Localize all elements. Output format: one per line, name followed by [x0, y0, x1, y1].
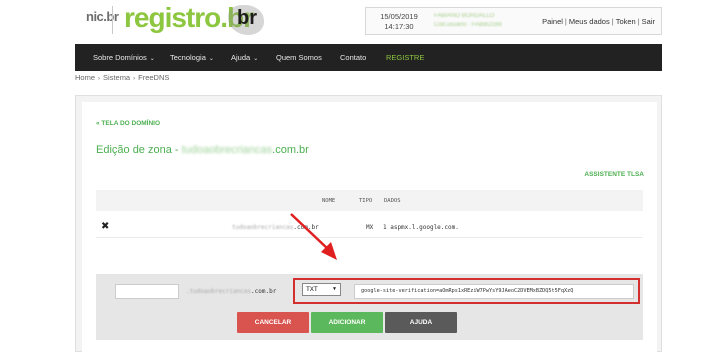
chevron-right-icon: › [133, 76, 136, 82]
record-type-value: TXT [306, 285, 318, 293]
nav-quem-somos[interactable]: Quem Somos [276, 44, 322, 71]
chevron-right-icon: › [98, 76, 101, 82]
red-arrow-icon [290, 213, 337, 260]
breadcrumb: Home › Sistema › FreeDNS [75, 73, 169, 82]
nav-ajuda[interactable]: Ajuda ⌄ [231, 44, 258, 71]
breadcrumb-home[interactable]: Home [75, 73, 95, 82]
record-type-select[interactable]: TXT ▼ [302, 283, 341, 296]
form-domain-suffix-text: .com.br [251, 288, 277, 295]
zone-edit-content: « TELA DO DOMÍNIO Edição de zona - tudoa… [82, 102, 657, 352]
user-name: FABIANO BORDALLO [434, 13, 495, 19]
session-date: 15/05/2019 [380, 12, 418, 21]
add-button[interactable]: ADICIONAR [311, 312, 383, 333]
records-table-header: NOME TIPO DADOS [96, 190, 643, 211]
nav-label: Sobre Domínios [93, 53, 147, 62]
nav-contato[interactable]: Contato [340, 44, 366, 71]
cancel-button[interactable]: CANCELAR [237, 312, 309, 333]
form-domain-suffix: .tudoaobrecriancas.com.br [186, 288, 276, 295]
user-code: Cód.usuário · FABBO168 [434, 22, 502, 28]
user-info-box: 15/05/2019 14:17:30 FABIANO BORDALLO Cód… [365, 7, 662, 35]
column-header-nome: NOME [322, 198, 336, 204]
breadcrumb-sistema[interactable]: Sistema [103, 73, 130, 82]
dropdown-caret-icon: ▼ [332, 286, 336, 292]
sair-link[interactable]: Sair [642, 17, 655, 26]
delete-record-icon[interactable]: ✖ [101, 221, 109, 232]
form-domain-blurred: .tudoaobrecriancas [186, 288, 252, 295]
nav-tecnologia[interactable]: Tecnologia ⌄ [170, 44, 214, 71]
session-datetime: 15/05/2019 14:17:30 [374, 12, 424, 32]
column-header-tipo: TIPO [359, 198, 373, 204]
tlsa-assistant-link[interactable]: ASSISTENTE TLSA [584, 171, 644, 178]
chevron-down-icon: ⌄ [149, 56, 155, 62]
meus-dados-link[interactable]: Meus dados [569, 17, 610, 26]
chevron-down-icon: ⌄ [208, 56, 214, 62]
nic-br-logo[interactable]: nic.br [86, 9, 119, 24]
record-name-input[interactable] [115, 284, 179, 299]
zone-title-prefix: Edição de zona - [96, 144, 182, 156]
nav-label: REGISTRE [386, 53, 425, 62]
zone-domain-suffix: .com.br [272, 144, 309, 156]
nav-label: Tecnologia [170, 53, 206, 62]
nav-sobre-dominios[interactable]: Sobre Domínios ⌄ [93, 44, 155, 71]
token-link[interactable]: Token [616, 17, 636, 26]
zone-edit-panel: « TELA DO DOMÍNIO Edição de zona - tudoa… [75, 95, 662, 352]
record-data-input[interactable]: google-site-verification=aOmRps1xREziW7P… [354, 284, 634, 299]
page-title: Edição de zona - tudoaobrecriancas.com.b… [96, 144, 309, 156]
logo-divider [112, 6, 113, 34]
br-logo-text: br [237, 7, 257, 29]
record-data: 1 aspmx.l.google.com. [383, 224, 459, 231]
nav-label: Quem Somos [276, 53, 322, 62]
br-map-logo: br [228, 5, 264, 35]
chevron-down-icon: ⌄ [253, 56, 259, 62]
nav-label: Ajuda [231, 53, 251, 62]
breadcrumb-freedns: FreeDNS [138, 73, 170, 82]
painel-link[interactable]: Painel [542, 17, 563, 26]
help-button[interactable]: AJUDA [385, 312, 457, 333]
session-time: 14:17:30 [384, 22, 414, 31]
add-record-form: .tudoaobrecriancas.com.br TXT ▼ google-si… [96, 274, 643, 340]
zone-domain-name: tudoaobrecriancas [181, 144, 273, 156]
table-row: ✖ tudoaobrecriancas.com.br MX 1 aspmx.l.… [96, 216, 643, 238]
nav-label: Contato [340, 53, 367, 62]
column-header-dados: DADOS [384, 198, 401, 204]
main-nav: Sobre Domínios ⌄ Tecnologia ⌄ Ajuda ⌄ Quem … [75, 44, 662, 71]
back-to-domain-link[interactable]: « TELA DO DOMÍNIO [96, 120, 160, 127]
user-links: Painel | Meus dados | Token | Sair [542, 17, 655, 26]
nav-registre[interactable]: REGISTRE [386, 44, 424, 71]
record-type: MX [366, 224, 374, 231]
site-header: nic.br registro.br br 15/05/2019 14:17:3… [0, 0, 728, 42]
